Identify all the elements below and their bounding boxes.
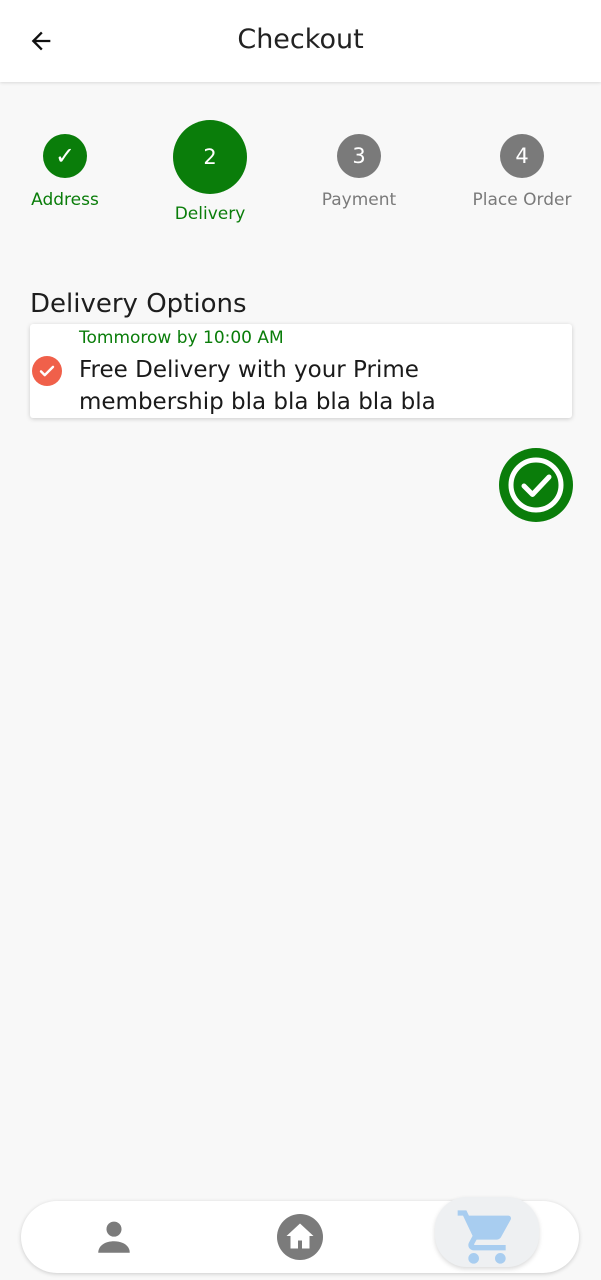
nav-item-home[interactable] <box>260 1201 340 1273</box>
nav-item-cart[interactable] <box>441 1201 533 1273</box>
radio-selected-icon[interactable] <box>32 356 62 386</box>
step-delivery[interactable]: 2 Delivery <box>165 120 255 224</box>
home-icon <box>277 1214 323 1260</box>
step-label: Delivery <box>174 204 246 224</box>
step-number: 3 <box>337 134 381 178</box>
page-title: Checkout <box>237 24 364 55</box>
check-circle-icon <box>508 457 564 513</box>
section-title: Delivery Options <box>30 289 247 319</box>
delivery-eta: Tommorow by 10:00 AM <box>79 328 284 348</box>
step-number: 2 <box>173 120 247 194</box>
check-icon <box>39 365 55 377</box>
app-bar: Checkout <box>0 0 601 82</box>
delivery-description: Free Delivery with your Prime membership… <box>79 357 436 415</box>
step-number: 4 <box>500 134 544 178</box>
bottom-navigation <box>21 1197 579 1273</box>
step-address[interactable]: ✓ Address <box>25 134 105 210</box>
step-payment[interactable]: 3 Payment <box>314 134 404 210</box>
nav-item-profile[interactable] <box>74 1201 154 1273</box>
confirm-delivery-button[interactable] <box>499 448 573 522</box>
person-icon <box>98 1221 130 1253</box>
step-label: Payment <box>321 190 397 210</box>
step-label: Address <box>31 190 99 210</box>
cart-icon <box>457 1210 512 1264</box>
step-check-icon: ✓ <box>43 134 87 178</box>
delivery-option-card[interactable]: Tommorow by 10:00 AM Free Delivery with … <box>30 324 572 418</box>
step-label: Place Order <box>472 190 572 210</box>
step-place-order[interactable]: 4 Place Order <box>466 134 578 210</box>
